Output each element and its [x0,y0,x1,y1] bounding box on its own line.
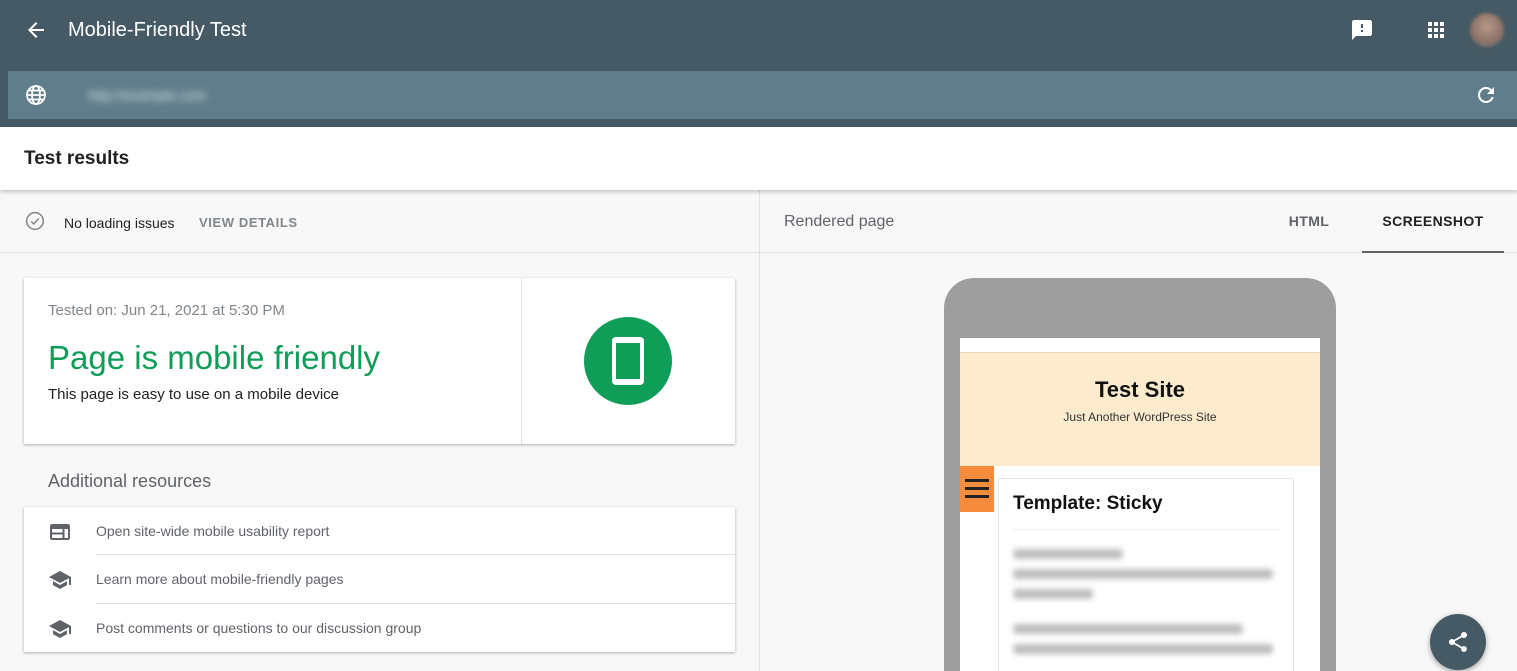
right-panel: Rendered page HTML SCREENSHOT Test Site … [759,190,1517,671]
left-panel: No loading issues VIEW DETAILS Tested on… [0,190,759,671]
smartphone-icon [612,337,644,385]
loading-status-row: No loading issues VIEW DETAILS [0,190,759,253]
tab-screenshot[interactable]: SCREENSHOT [1362,190,1504,253]
avatar[interactable] [1470,13,1504,47]
results-header: Test results [0,127,1517,190]
rendered-page-tabs: Rendered page HTML SCREENSHOT [760,190,1517,253]
resources-list: Open site-wide mobile usability report L… [24,507,735,652]
view-details-button[interactable]: VIEW DETAILS [199,214,298,232]
blurred-text [1013,549,1123,559]
resource-label[interactable]: Post comments or questions to our discus… [96,619,421,637]
url-bar: http://example.com [8,71,1517,119]
feedback-icon[interactable] [1350,18,1374,42]
resource-label[interactable]: Learn more about mobile-friendly pages [96,570,343,588]
back-arrow-icon[interactable] [24,18,48,42]
result-subtext: This page is easy to use on a mobile dev… [48,386,339,403]
refresh-icon[interactable] [1474,83,1498,107]
site-tagline: Just Another WordPress Site [1063,410,1217,424]
resource-item-discussion-group[interactable]: Post comments or questions to our discus… [24,604,735,652]
tested-on-text: Tested on: Jun 21, 2021 at 5:30 PM [48,302,285,319]
additional-resources-heading: Additional resources [48,471,212,491]
share-button[interactable] [1430,614,1486,670]
url-input[interactable]: http://example.com [88,85,288,105]
share-icon [1449,631,1468,652]
results-title: Test results [24,148,130,169]
mobile-friendly-badge [584,317,672,405]
phone-frame: Test Site Just Another WordPress Site Te… [944,278,1336,671]
tab-html[interactable]: HTML [1266,190,1352,253]
blurred-text [1013,644,1273,654]
rendered-screenshot: Test Site Just Another WordPress Site Te… [960,338,1320,671]
school-icon [49,571,71,589]
post-divider [1013,529,1279,530]
resource-item-learn-more[interactable]: Learn more about mobile-friendly pages [24,555,735,603]
check-circle-icon [25,211,45,231]
resource-item-usability-report[interactable]: Open site-wide mobile usability report [24,507,735,555]
blurred-text [1013,569,1273,579]
resource-label[interactable]: Open site-wide mobile usability report [96,522,329,540]
blurred-text [1013,624,1243,634]
school-icon [49,620,71,638]
site-header: Test Site Just Another WordPress Site [960,352,1320,466]
web-report-icon [50,524,70,540]
app-title: Mobile-Friendly Test [68,19,247,41]
result-headline: Page is mobile friendly [48,339,380,376]
post-card: Template: Sticky [998,478,1294,671]
hamburger-menu-icon [960,466,994,512]
result-card: Tested on: Jun 21, 2021 at 5:30 PM Page … [24,278,735,444]
app-bar: Mobile-Friendly Test http://example.com [0,0,1517,127]
blurred-text [1013,589,1093,599]
site-title: Test Site [1094,377,1186,402]
rendered-page-label: Rendered page [784,213,895,230]
card-divider [521,278,522,444]
globe-icon [26,85,46,105]
loading-status-text: No loading issues [64,215,175,231]
post-title: Template: Sticky [1013,493,1163,514]
apps-grid-icon[interactable] [1424,18,1448,42]
